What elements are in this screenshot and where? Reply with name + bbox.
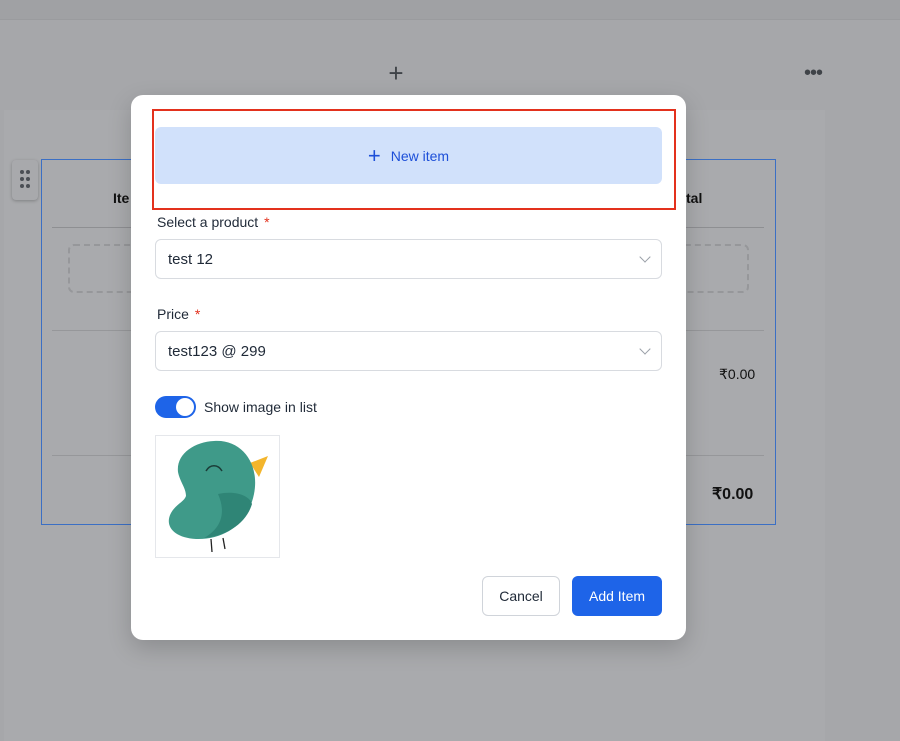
- show-image-label: Show image in list: [204, 399, 317, 415]
- price-select[interactable]: test123 @ 299: [155, 331, 662, 371]
- cancel-button[interactable]: Cancel: [482, 576, 560, 616]
- top-bar: [0, 0, 900, 20]
- add-item-dialog: + New item Select a product * test 12 Pri…: [131, 95, 686, 640]
- total-amount: ₹0.00: [712, 486, 754, 503]
- add-block-icon[interactable]: +: [385, 60, 407, 86]
- chevron-down-icon: [639, 343, 651, 355]
- new-item-button[interactable]: + New item: [155, 127, 662, 184]
- show-image-row: Show image in list: [155, 396, 317, 418]
- bird-illustration: [168, 440, 268, 553]
- product-select-value: test 12: [168, 250, 214, 268]
- plus-icon: +: [367, 142, 381, 168]
- add-item-button[interactable]: Add Item: [572, 576, 662, 616]
- select-product-label: Select a product *: [157, 214, 270, 230]
- row-amount: ₹0.00: [719, 366, 756, 382]
- product-image: [155, 435, 280, 558]
- product-select[interactable]: test 12: [155, 239, 662, 279]
- show-image-toggle[interactable]: [155, 396, 196, 418]
- drag-handle-icon[interactable]: [12, 160, 38, 200]
- new-item-label: New item: [390, 147, 450, 164]
- toggle-knob: [176, 398, 194, 416]
- more-options-icon[interactable]: •••: [800, 60, 826, 86]
- price-select-value: test123 @ 299: [168, 342, 266, 360]
- price-label: Price *: [157, 306, 201, 322]
- table-header-total: tal: [686, 190, 703, 206]
- chevron-down-icon: [639, 251, 651, 263]
- table-header-item: Ite: [113, 190, 130, 206]
- required-mark: *: [194, 306, 201, 322]
- required-mark: *: [264, 214, 270, 230]
